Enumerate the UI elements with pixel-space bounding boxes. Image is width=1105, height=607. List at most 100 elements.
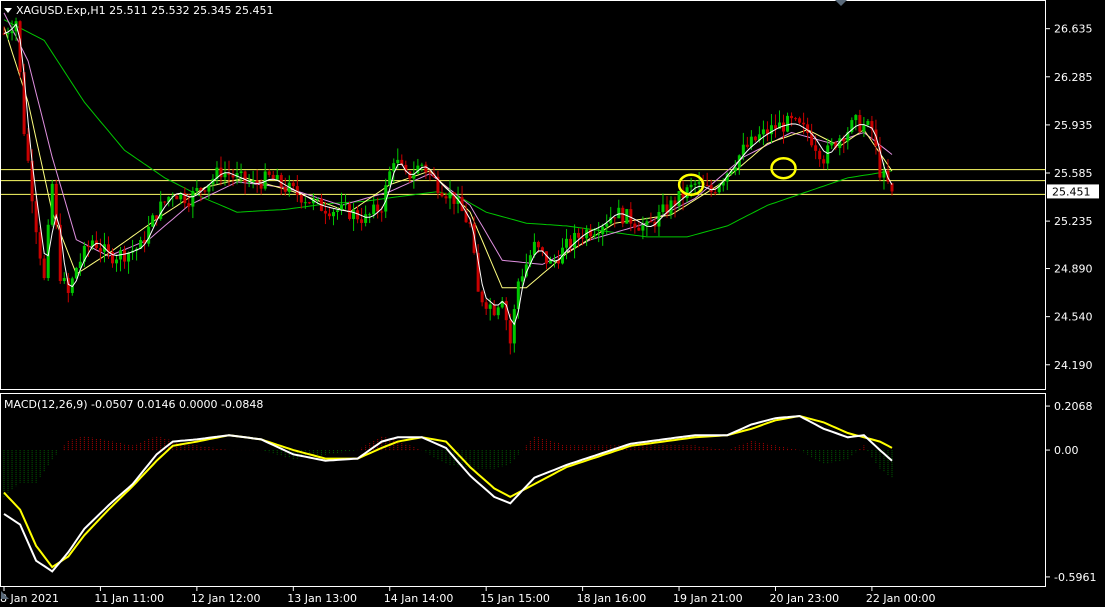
candle-body <box>882 170 886 178</box>
time-tick-label: 19 Jan 21:00 <box>673 592 743 605</box>
candle-body <box>62 278 66 281</box>
candle-body <box>637 227 641 231</box>
time-tick-label: 11 Jan 11:00 <box>94 592 164 605</box>
candle-body <box>420 164 424 166</box>
candle-body <box>601 226 605 235</box>
candle-body <box>749 136 753 147</box>
candle-body <box>520 276 524 282</box>
candle-body <box>26 134 30 161</box>
candle-body <box>512 308 516 344</box>
candle-body <box>782 122 786 132</box>
candle-body <box>593 234 597 237</box>
price-tick-label: 25.235 <box>1054 215 1093 228</box>
macd_main-line <box>3 414 893 573</box>
axes: 25.451 26.635 26.285 25.935 25.585 25.235 24.8… <box>0 23 1099 605</box>
candle-body <box>661 204 665 213</box>
candle-body <box>376 204 380 212</box>
chart-canvas[interactable]: 25.451 26.635 26.285 25.935 25.585 25.235 24.8… <box>0 0 1105 607</box>
moving-average-green_slow <box>3 19 893 238</box>
price-tick-label: 24.890 <box>1054 263 1093 276</box>
candle-body <box>127 252 131 262</box>
candle-body <box>6 33 10 35</box>
time-tick-label: 8 Jan 2021 <box>0 592 59 605</box>
candle-body <box>532 241 536 256</box>
price-tick-label: 25.585 <box>1054 167 1093 180</box>
candle-body <box>368 214 372 216</box>
candle-body <box>709 185 713 193</box>
candle-body <box>488 304 492 309</box>
moving-average-yellow <box>3 26 893 289</box>
price-panel-border <box>0 0 1046 390</box>
macd-tick-label: -0.5961 <box>1054 571 1096 584</box>
candle-body <box>745 144 749 147</box>
candle-body <box>697 182 701 184</box>
candle-body <box>2 33 6 35</box>
macd-panel[interactable] <box>3 414 893 573</box>
scroll-marker-icon[interactable] <box>835 0 847 6</box>
candle-body <box>790 115 794 119</box>
candle-body <box>195 187 199 192</box>
time-tick-label: 18 Jan 16:00 <box>577 592 647 605</box>
moving-average-fast <box>3 23 893 326</box>
candle-body <box>814 145 818 151</box>
macd-tick-label: 0.2068 <box>1054 400 1093 413</box>
candle-body <box>633 223 637 228</box>
candle-body <box>428 172 432 174</box>
candle-body <box>424 164 428 173</box>
candle-body <box>175 196 179 200</box>
time-tick-label: 15 Jan 15:00 <box>480 592 550 605</box>
candle-body <box>191 191 195 207</box>
price-tick-label: 25.935 <box>1054 119 1093 132</box>
symbol-header: XAGUSD.Exp,H1 25.511 25.532 25.345 25.45… <box>16 4 274 17</box>
candle-body <box>243 171 247 183</box>
time-tick-label: 20 Jan 23:00 <box>769 592 839 605</box>
candle-body <box>299 194 303 203</box>
candle-body <box>794 118 798 120</box>
macd_signal-line <box>3 414 893 569</box>
candle-body <box>98 248 102 252</box>
candle-body <box>649 221 653 223</box>
candle-body <box>275 175 279 180</box>
candle-body <box>753 136 757 141</box>
candle-body <box>858 115 862 132</box>
candle-body <box>327 213 331 217</box>
price-tick-label: 26.285 <box>1054 71 1093 84</box>
candle-body <box>279 175 283 187</box>
candle-body <box>408 171 412 179</box>
candle-body <box>231 175 235 178</box>
candle-body <box>86 245 90 247</box>
price-tick-label: 26.635 <box>1054 23 1093 36</box>
candle-body <box>597 234 601 236</box>
candle-body <box>10 31 14 34</box>
candle-body <box>705 185 709 187</box>
candle-body <box>480 291 484 303</box>
candle-body <box>440 192 444 197</box>
candle-body <box>336 210 340 212</box>
candle-body <box>331 211 335 217</box>
candle-body <box>239 171 243 174</box>
candle-body <box>573 232 577 248</box>
candle-body <box>396 159 400 164</box>
time-tick-label: 12 Jan 12:00 <box>191 592 261 605</box>
candle-body <box>862 124 866 132</box>
candle-body <box>159 201 163 220</box>
candle-body <box>251 180 255 183</box>
candle-body <box>822 159 826 164</box>
candle-body <box>372 204 376 215</box>
candle-body <box>677 191 681 207</box>
candle-body <box>303 202 307 204</box>
candle-body <box>115 259 119 264</box>
candle-body <box>291 182 295 187</box>
triangle-down-icon[interactable] <box>4 8 12 13</box>
macd-tick-label: 0.00 <box>1054 444 1079 457</box>
candle-body <box>42 258 46 279</box>
candle-body <box>259 183 263 189</box>
candle-body <box>617 207 621 219</box>
candle-body <box>340 204 344 211</box>
candle-body <box>866 121 870 125</box>
candle-body <box>818 150 822 160</box>
candle-body <box>854 115 858 121</box>
candle-body <box>50 183 54 225</box>
candle-body <box>484 302 488 309</box>
price-panel[interactable] <box>1 12 1045 355</box>
